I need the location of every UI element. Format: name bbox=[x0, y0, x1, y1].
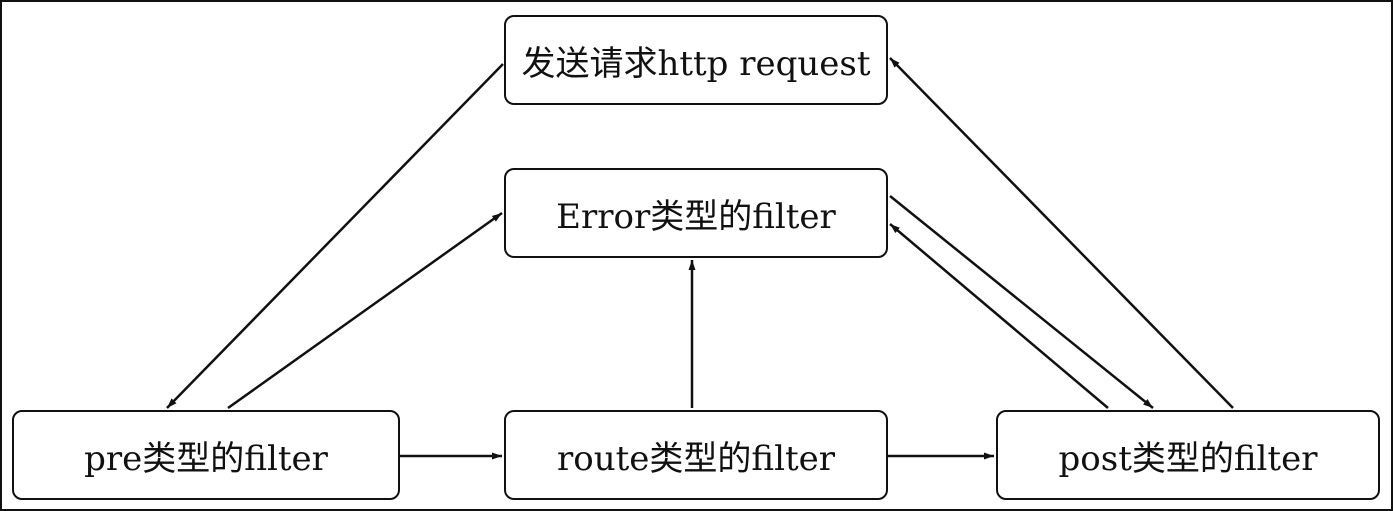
edge-error-to-post bbox=[889, 195, 1154, 409]
edge-post-to-request bbox=[889, 57, 1234, 409]
node-route-filter: route类型的filter bbox=[504, 410, 888, 500]
node-send-request-label: 发送请求http request bbox=[521, 43, 871, 84]
node-route-filter-label: route类型的filter bbox=[557, 438, 835, 479]
node-error-filter-label: Error类型的filter bbox=[556, 196, 836, 237]
node-post-filter-label: post类型的filter bbox=[1058, 438, 1318, 479]
node-send-request: 发送请求http request bbox=[504, 15, 888, 105]
edge-post-to-error bbox=[889, 223, 1109, 409]
node-pre-filter-label: pre类型的filter bbox=[84, 438, 328, 479]
node-pre-filter: pre类型的filter bbox=[12, 410, 400, 500]
edge-request-to-pre bbox=[166, 63, 504, 409]
edge-pre-to-error bbox=[227, 211, 503, 410]
node-post-filter: post类型的filter bbox=[996, 410, 1380, 500]
node-error-filter: Error类型的filter bbox=[504, 168, 888, 258]
